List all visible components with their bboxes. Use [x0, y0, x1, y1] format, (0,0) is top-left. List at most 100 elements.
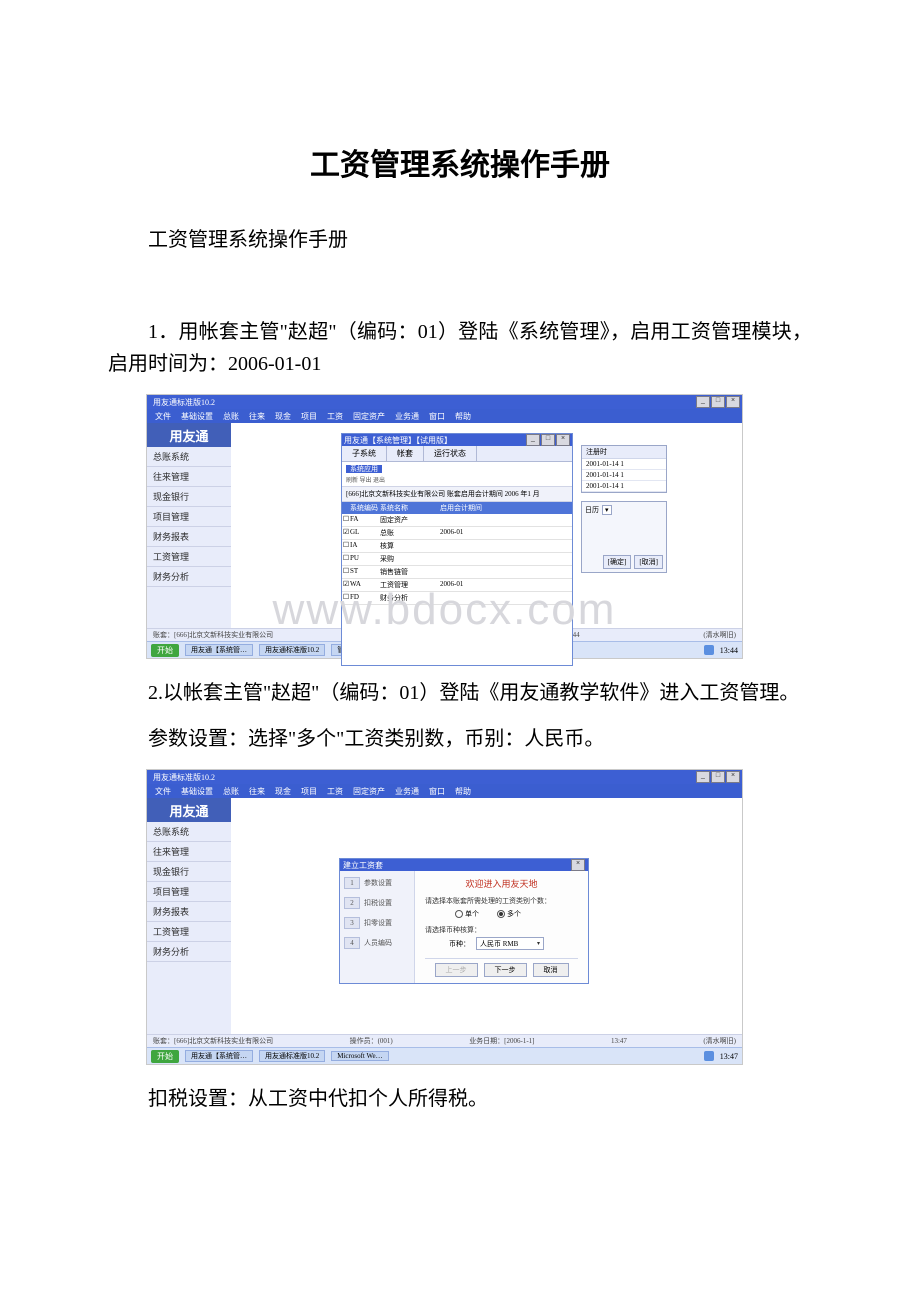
- menu-cash[interactable]: 现金: [275, 411, 291, 422]
- app-titlebar: 用友通标准版10.2 _ □ ×: [147, 395, 742, 409]
- taskbar-item[interactable]: Microsoft We…: [331, 1051, 388, 1061]
- menu-proj[interactable]: 项目: [301, 786, 317, 797]
- wizard-title: 建立工资套: [343, 860, 383, 871]
- menu-ar[interactable]: 往来: [249, 786, 265, 797]
- radio-multi[interactable]: 多个: [497, 909, 521, 919]
- menu-wage[interactable]: 工资: [327, 411, 343, 422]
- start-button[interactable]: 开始: [151, 1050, 179, 1063]
- sidebar-item-cash[interactable]: 现金银行: [147, 862, 231, 882]
- menu-base[interactable]: 基础设置: [181, 786, 213, 797]
- menu-cash[interactable]: 现金: [275, 786, 291, 797]
- sysmgr-close-button[interactable]: ×: [556, 434, 570, 446]
- sidebar-item-fin[interactable]: 财务分析: [147, 942, 231, 962]
- module-row: ☐PU采购: [342, 553, 572, 566]
- currency-label: 币种：: [449, 939, 470, 949]
- window-close-button[interactable]: ×: [726, 396, 740, 408]
- app-sidebar: 用友通 总账系统 往来管理 现金银行 项目管理 财务报表 工资管理 财务分析: [147, 798, 231, 1034]
- menu-wage[interactable]: 工资: [327, 786, 343, 797]
- calendar-ok-button[interactable]: [确定]: [603, 555, 632, 569]
- taskbar-item[interactable]: 用友通【系统管…: [185, 644, 253, 656]
- tray-time: 13:44: [720, 646, 738, 655]
- calendar-dropdown-icon[interactable]: ▾: [602, 505, 612, 515]
- module-row: ☐FA固定资产: [342, 514, 572, 527]
- tray-time: 13:47: [720, 1052, 738, 1061]
- menu-win[interactable]: 窗口: [429, 411, 445, 422]
- menu-fa[interactable]: 固定资产: [353, 786, 385, 797]
- window-close-button[interactable]: ×: [726, 771, 740, 783]
- sidebar-item-proj[interactable]: 项目管理: [147, 882, 231, 902]
- wizard-step-4[interactable]: 4人员编码: [344, 937, 410, 949]
- sidebar-item-proj[interactable]: 项目管理: [147, 507, 231, 527]
- sysmgr-min-button[interactable]: _: [526, 434, 540, 446]
- tab-subsystem[interactable]: 子系统: [342, 446, 387, 461]
- wizard-cancel-button[interactable]: 取消: [533, 963, 569, 977]
- menu-help[interactable]: 帮助: [455, 786, 471, 797]
- currency-dropdown[interactable]: 人民币 RMB ▾: [476, 937, 544, 950]
- paragraph-4: 扣税设置：从工资中代扣个人所得税。: [108, 1083, 812, 1115]
- status-time: 13:47: [611, 1037, 627, 1045]
- menu-ar[interactable]: 往来: [249, 411, 265, 422]
- chevron-down-icon: ▾: [537, 940, 540, 947]
- menu-win[interactable]: 窗口: [429, 786, 445, 797]
- sysmgr-tabs: 子系统 帐套 运行状态: [342, 446, 572, 462]
- tray-icon[interactable]: [704, 645, 714, 655]
- sidebar-item-fin[interactable]: 财务分析: [147, 567, 231, 587]
- window-minimize-button[interactable]: _: [696, 771, 710, 783]
- menu-proj[interactable]: 项目: [301, 411, 317, 422]
- menu-biz[interactable]: 业务通: [395, 786, 419, 797]
- module-row: ☐ST销售链管: [342, 566, 572, 579]
- tray-icon[interactable]: [704, 1051, 714, 1061]
- sysmgr-tool-icons[interactable]: 刷新 导出 退出: [346, 475, 568, 484]
- calendar-panel: 日历 ▾ [确定] [取消]: [581, 501, 667, 573]
- sidebar-item-ar[interactable]: 往来管理: [147, 842, 231, 862]
- radio-single[interactable]: 单个: [455, 909, 479, 919]
- wizard-steps: 1参数设置 2扣税设置 3扣零设置 4人员编码: [340, 871, 415, 983]
- col-name: 系统名称: [380, 502, 440, 514]
- menu-gl[interactable]: 总账: [223, 411, 239, 422]
- menu-help[interactable]: 帮助: [455, 411, 471, 422]
- menu-file[interactable]: 文件: [155, 411, 171, 422]
- sysmgr-account-info: [666]北京文新科技实业有限公司 账套启用会计期间 2006 年1 月: [342, 487, 572, 502]
- taskbar-item[interactable]: 用友通【系统管…: [185, 1050, 253, 1062]
- sidebar-item-wage[interactable]: 工资管理: [147, 547, 231, 567]
- taskbar-item[interactable]: 用友通标准版10.2: [259, 1050, 325, 1062]
- wizard-step-2[interactable]: 2扣税设置: [344, 897, 410, 909]
- wizard-q2: 请选择币种核算：: [425, 925, 578, 935]
- app-window-title: 用友通标准版10.2: [149, 397, 215, 408]
- sidebar-item-rpt[interactable]: 财务报表: [147, 527, 231, 547]
- sidebar-item-gl[interactable]: 总账系统: [147, 822, 231, 842]
- status-account: 账套：[666]北京文新科技实业有限公司: [153, 630, 273, 640]
- menu-file[interactable]: 文件: [155, 786, 171, 797]
- sidebar-item-gl[interactable]: 总账系统: [147, 447, 231, 467]
- sysmgr-toolbar: 系统应用 刷新 导出 退出: [342, 462, 572, 487]
- screenshot-1-system-enable: 用友通标准版10.2 _ □ × 文件 基础设置 总账 往来 现金 项目 工资 …: [146, 394, 743, 659]
- window-minimize-button[interactable]: _: [696, 396, 710, 408]
- window-maximize-button[interactable]: □: [711, 396, 725, 408]
- menu-fa[interactable]: 固定资产: [353, 411, 385, 422]
- sidebar-item-cash[interactable]: 现金银行: [147, 487, 231, 507]
- wizard-next-button[interactable]: 下一步: [484, 963, 527, 977]
- sidebar-item-wage[interactable]: 工资管理: [147, 922, 231, 942]
- calendar-cancel-button[interactable]: [取消]: [634, 555, 663, 569]
- wizard-close-button[interactable]: ×: [571, 859, 585, 871]
- window-maximize-button[interactable]: □: [711, 771, 725, 783]
- sysmgr-grid-header: 系统编码 系统名称 启用会计期间: [342, 502, 572, 514]
- menu-biz[interactable]: 业务通: [395, 411, 419, 422]
- taskbar-item[interactable]: 用友通标准版10.2: [259, 644, 325, 656]
- wizard-step-3[interactable]: 3扣零设置: [344, 917, 410, 929]
- calendar-label: 日历: [585, 505, 599, 515]
- menu-base[interactable]: 基础设置: [181, 411, 213, 422]
- paragraph-3: 参数设置：选择"多个"工资类别数，币别：人民币。: [108, 723, 812, 755]
- sidebar-item-rpt[interactable]: 财务报表: [147, 902, 231, 922]
- start-button[interactable]: 开始: [151, 644, 179, 657]
- sysmgr-max-button[interactable]: □: [541, 434, 555, 446]
- sidebar-item-ar[interactable]: 往来管理: [147, 467, 231, 487]
- tab-account[interactable]: 帐套: [387, 446, 424, 461]
- tab-status[interactable]: 运行状态: [424, 446, 477, 461]
- menu-gl[interactable]: 总账: [223, 786, 239, 797]
- sysmgr-title: 用友通【系统管理】【试用版】: [344, 435, 452, 446]
- os-taskbar: 开始 用友通【系统管… 用友通标准版10.2 Microsoft We… 13:…: [147, 1047, 742, 1064]
- wizard-q1: 请选择本账套所需处理的工资类别个数：: [425, 896, 578, 906]
- wizard-step-1[interactable]: 1参数设置: [344, 877, 410, 889]
- reg-date-table: 注册时 2001-01-14 1 2001-01-14 1 2001-01-14…: [581, 445, 667, 493]
